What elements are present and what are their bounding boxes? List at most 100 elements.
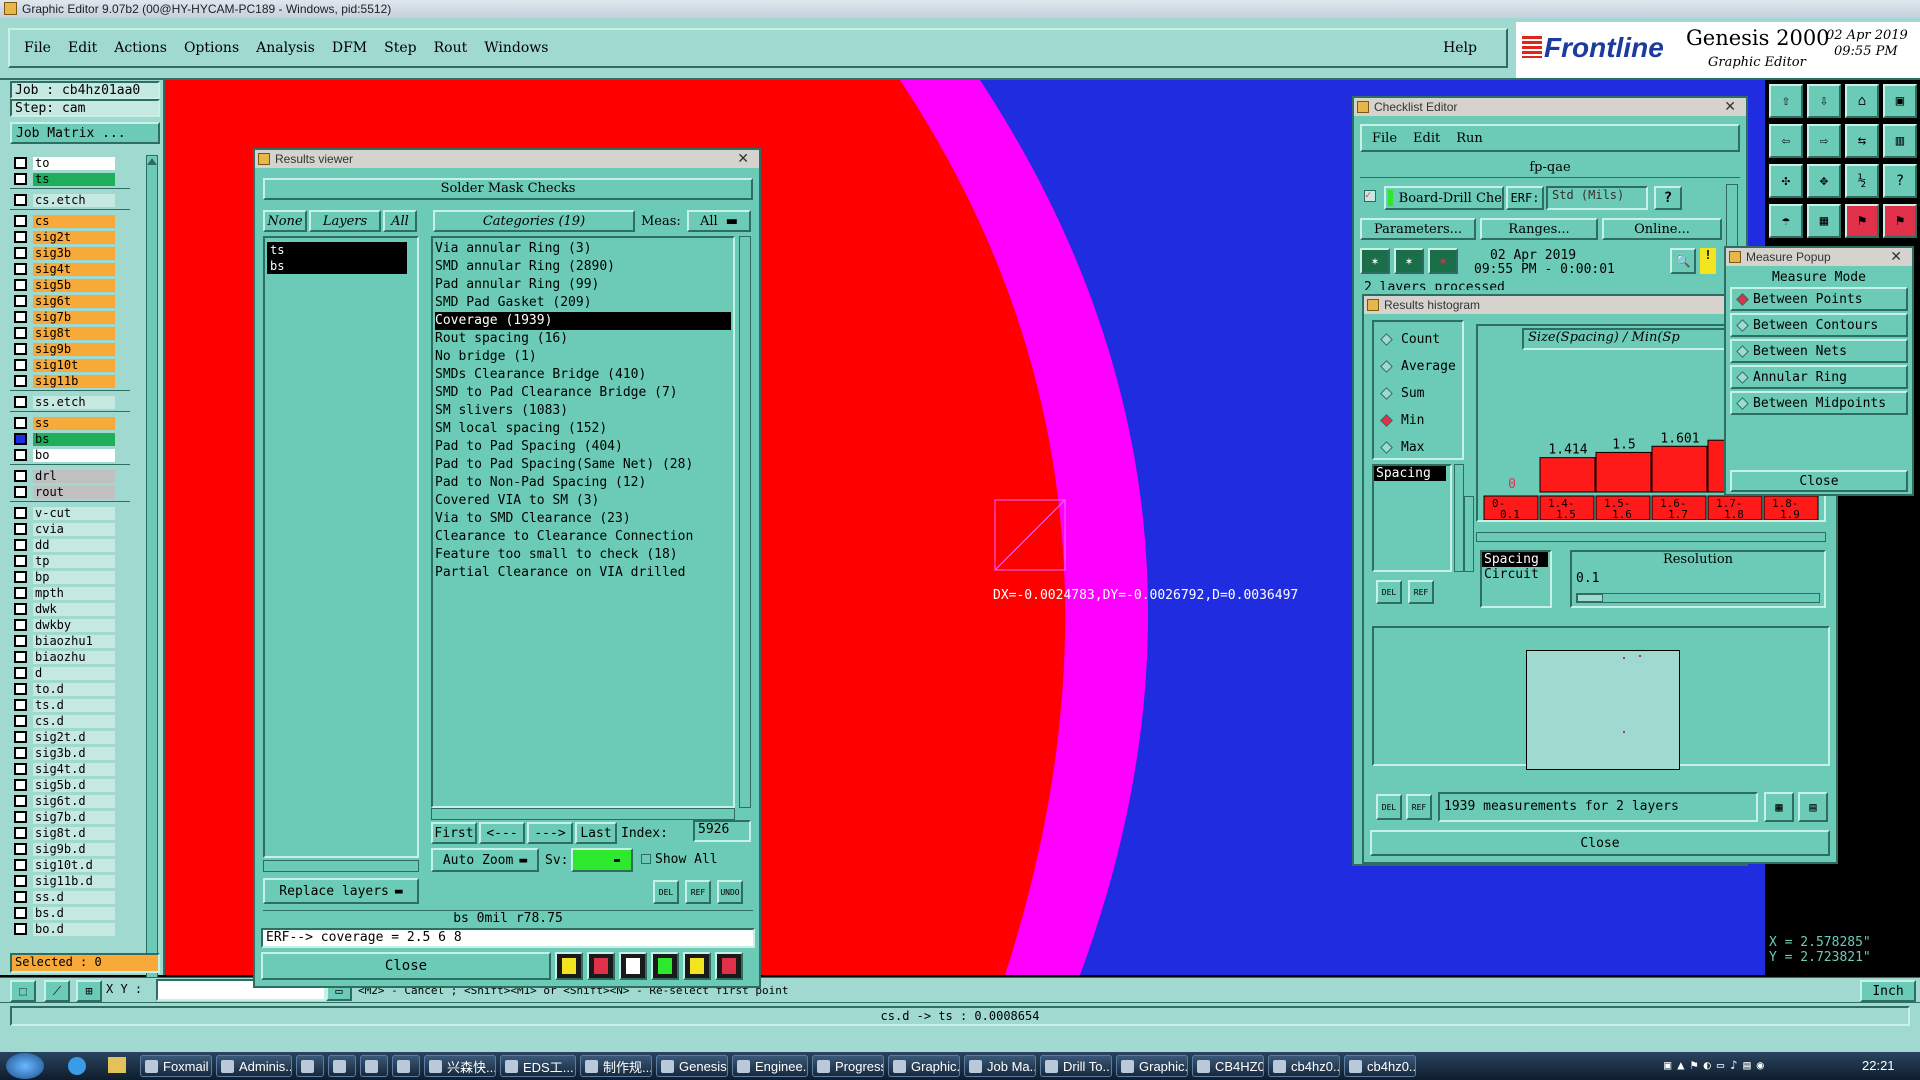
layer-checkbox[interactable] bbox=[14, 470, 27, 482]
all-button[interactable]: All bbox=[383, 210, 417, 232]
layer-checkbox[interactable] bbox=[14, 699, 27, 711]
taskbar-item[interactable]: Drill To... bbox=[1040, 1055, 1112, 1077]
layer-checkbox[interactable] bbox=[14, 795, 27, 807]
layer-row[interactable]: sig4t.d bbox=[10, 761, 130, 777]
layer-row[interactable]: d bbox=[10, 665, 130, 681]
chart-icon[interactable] bbox=[715, 952, 743, 980]
category-item[interactable]: Covered VIA to SM (3) bbox=[435, 492, 733, 510]
menu-analysis[interactable]: Analysis bbox=[256, 40, 315, 56]
pan-tool-icon[interactable]: ✥ bbox=[1807, 164, 1841, 198]
layer-checkbox[interactable] bbox=[14, 619, 27, 631]
start-button-icon[interactable] bbox=[6, 1053, 44, 1079]
layer-checkbox[interactable] bbox=[14, 157, 27, 169]
layer-checkbox[interactable] bbox=[14, 651, 27, 663]
preview-ref-icon[interactable]: REF bbox=[1406, 794, 1432, 820]
measure-close-button[interactable]: Close bbox=[1730, 470, 1908, 492]
category-item[interactable]: Rout spacing (16) bbox=[435, 330, 733, 348]
layer-checkbox[interactable] bbox=[14, 827, 27, 839]
taskbar-item[interactable]: CB4HZ0... bbox=[1192, 1055, 1264, 1077]
category-item[interactable]: Pad to Non-Pad Spacing (12) bbox=[435, 474, 733, 492]
prev-button[interactable]: <--- bbox=[479, 822, 525, 844]
type-item-spacing[interactable]: Spacing bbox=[1482, 552, 1548, 567]
layer-checkbox[interactable] bbox=[14, 555, 27, 567]
grid-tool-icon[interactable]: ▦ bbox=[1807, 204, 1841, 238]
category-item[interactable]: Pad to Pad Spacing(Same Net) (28) bbox=[435, 456, 733, 474]
layer-row[interactable]: dd bbox=[10, 537, 130, 553]
fit-tool-icon[interactable]: ✣ bbox=[1769, 164, 1803, 198]
layer-row[interactable]: sig10t.d bbox=[10, 857, 130, 873]
sv-color-select[interactable]: ▬ bbox=[571, 848, 633, 872]
menu-rout[interactable]: Rout bbox=[434, 40, 468, 56]
category-item[interactable]: Via annular Ring (3) bbox=[435, 240, 733, 258]
ce-menu-edit[interactable]: Edit bbox=[1413, 131, 1440, 146]
layer-row[interactable]: ss.d bbox=[10, 889, 130, 905]
layer-checkbox[interactable] bbox=[14, 587, 27, 599]
erf-value[interactable]: Std (Mils) bbox=[1546, 186, 1648, 210]
measure-type-item[interactable]: Spacing bbox=[1374, 466, 1446, 481]
layer-checkbox[interactable] bbox=[14, 375, 27, 387]
first-button[interactable]: First bbox=[431, 822, 477, 844]
select-tool-icon[interactable]: ⬚ bbox=[10, 980, 36, 1002]
results-viewer-titlebar[interactable]: Results viewer ✕ bbox=[255, 150, 759, 168]
layer-row[interactable]: mpth bbox=[10, 585, 130, 601]
window-tool-icon[interactable]: ▣ bbox=[1883, 84, 1917, 118]
layer-checkbox[interactable] bbox=[14, 683, 27, 695]
close-icon[interactable]: ✕ bbox=[1890, 248, 1902, 265]
download-tool-icon[interactable]: ⇩ bbox=[1807, 84, 1841, 118]
category-item[interactable]: No bridge (1) bbox=[435, 348, 733, 366]
layer-row[interactable]: ts bbox=[10, 171, 130, 187]
taskbar-item[interactable]: cb4hz0... bbox=[1344, 1055, 1416, 1077]
layer-row[interactable]: ss bbox=[10, 415, 130, 431]
category-item[interactable]: Partial Clearance on VIA drilled bbox=[435, 564, 733, 582]
layer-row[interactable]: dwk bbox=[10, 601, 130, 617]
taskbar-item[interactable]: 制作规... bbox=[580, 1055, 652, 1077]
show-all-checkbox[interactable] bbox=[641, 854, 651, 864]
taskbar-item[interactable] bbox=[328, 1055, 356, 1077]
layer-row[interactable]: sig4t bbox=[10, 261, 130, 277]
ref-icon[interactable]: REF bbox=[685, 880, 711, 904]
layer-checkbox[interactable] bbox=[14, 571, 27, 583]
layer-checkbox[interactable] bbox=[14, 295, 27, 307]
type-vscroll[interactable] bbox=[1454, 464, 1464, 572]
layer-row[interactable]: sig2t.d bbox=[10, 729, 130, 745]
units-button[interactable]: Inch bbox=[1860, 980, 1916, 1002]
layer-checkbox[interactable] bbox=[14, 539, 27, 551]
hist-ref-icon[interactable]: REF bbox=[1408, 580, 1434, 604]
layer-row[interactable]: cvia bbox=[10, 521, 130, 537]
layer-checkbox[interactable] bbox=[14, 667, 27, 679]
run-step-icon[interactable]: ✶ bbox=[1394, 248, 1424, 274]
meas-select[interactable]: All ▬ bbox=[687, 210, 751, 232]
layer-checkbox[interactable] bbox=[14, 811, 27, 823]
category-item[interactable]: Feature too small to check (18) bbox=[435, 546, 733, 564]
layout-tool-icon[interactable]: ▥ bbox=[1883, 124, 1917, 158]
layer-row[interactable]: sig7b.d bbox=[10, 809, 130, 825]
taskbar-item[interactable]: EDS工... bbox=[500, 1055, 576, 1077]
layer-checkbox[interactable] bbox=[14, 486, 27, 498]
chart-vscroll[interactable] bbox=[1464, 496, 1474, 572]
layer-checkbox[interactable] bbox=[14, 247, 27, 259]
category-item[interactable]: SM local spacing (152) bbox=[435, 420, 733, 438]
list-icon[interactable] bbox=[683, 952, 711, 980]
layer-row[interactable]: cs bbox=[10, 213, 130, 229]
layer-row[interactable]: bs.d bbox=[10, 905, 130, 921]
categories-button[interactable]: Categories (19) bbox=[433, 210, 635, 232]
category-item[interactable]: Via to SMD Clearance (23) bbox=[435, 510, 733, 528]
close-icon[interactable]: ✕ bbox=[1724, 98, 1736, 115]
layer-scrollbar[interactable] bbox=[146, 155, 158, 1025]
histogram-bar[interactable] bbox=[1651, 445, 1708, 493]
layer-checkbox[interactable] bbox=[14, 907, 27, 919]
taskbar-item[interactable] bbox=[296, 1055, 324, 1077]
layer-checkbox[interactable] bbox=[14, 194, 27, 206]
taskbar-item[interactable]: Progress bbox=[812, 1055, 884, 1077]
menu-windows[interactable]: Windows bbox=[484, 40, 548, 56]
layer-checkbox[interactable] bbox=[14, 859, 27, 871]
filter-tool-icon[interactable]: ☂ bbox=[1769, 204, 1803, 238]
auto-zoom-select[interactable]: Auto Zoom ▬ bbox=[431, 848, 539, 872]
layer-row[interactable]: sig11b.d bbox=[10, 873, 130, 889]
layer-row[interactable]: bo bbox=[10, 447, 130, 463]
layers-button[interactable]: Layers bbox=[309, 210, 381, 232]
layer-checkbox[interactable] bbox=[14, 449, 27, 461]
split-tool-icon[interactable]: ⇆ bbox=[1845, 124, 1879, 158]
mode-sum[interactable]: Sum bbox=[1374, 380, 1462, 407]
layer-row[interactable]: ts.d bbox=[10, 697, 130, 713]
